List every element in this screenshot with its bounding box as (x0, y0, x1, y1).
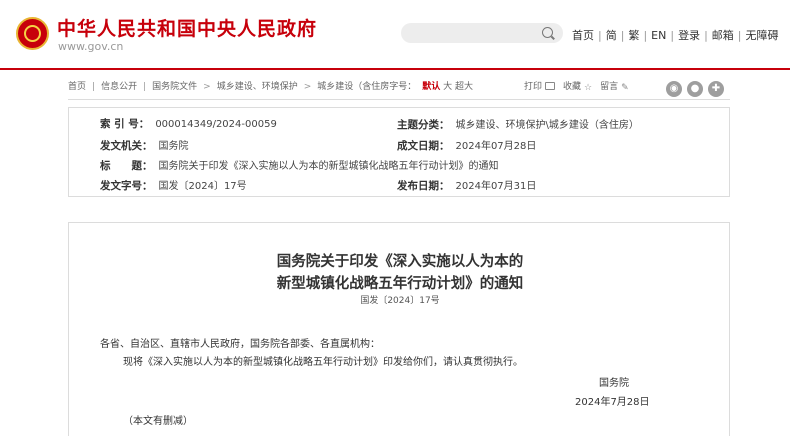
meta-value: 2024年07月31日 (455, 181, 537, 192)
breadcrumb-info-public[interactable]: 信息公开 (101, 82, 137, 92)
font-size-default[interactable]: 默认 (422, 82, 440, 92)
printer-icon[interactable] (545, 82, 556, 90)
font-size-large[interactable]: 大 (443, 82, 452, 92)
document-metadata: 索 引 号： 000014349/2024-00059 主题分类： 城乡建设、环境保… (68, 107, 730, 197)
share-buttons: ◉ ● ✚ (666, 76, 729, 97)
nav-link-english[interactable]: EN (651, 29, 666, 42)
divider: | (670, 29, 675, 42)
document-number: 国发〔2024〕17号 (360, 296, 440, 306)
nav-link-mailbox[interactable]: 邮箱 (712, 27, 734, 43)
meta-published-row: 发布日期： 2024年07月31日 (397, 177, 536, 193)
meta-label: 标 题： (100, 160, 153, 172)
meta-value: 国务院关于印发《深入实施以人为本的新型城镇化战略五年行动计划》的通知 (158, 161, 499, 172)
breadcrumb: 首页 | 信息公开 | 国务院文件 > 城乡建设、环境保护 > 城乡建设（含住房字号： 默认 大 … (68, 79, 473, 92)
meta-category-row: 主题分类： 城乡建设、环境保护\城乡建设（含住房） (397, 116, 639, 132)
nav-link-accessibility[interactable]: 无障碍 (746, 27, 779, 43)
meta-docno-row: 发文字号： 国发〔2024〕17号 (100, 177, 247, 193)
search-input[interactable] (401, 23, 563, 43)
document-note: （本文有删减） (123, 416, 193, 427)
site-header: 中华人民共和国中央人民政府 www.gov.cn 首页 | 简 | 繁 | EN | 登录 | 邮箱… (0, 0, 790, 68)
font-size-xlarge[interactable]: 超大 (455, 82, 473, 92)
divider: | (704, 29, 708, 42)
meta-label: 索 引 号： (100, 118, 150, 130)
meta-label: 主题分类： (397, 119, 450, 131)
nav-link-simplified[interactable]: 简 (606, 27, 617, 43)
breadcrumb-urban-env[interactable]: 城乡建设、环境保护 (217, 82, 298, 92)
print-button[interactable]: 打印 (524, 82, 542, 92)
meta-value: 2024年07月28日 (455, 141, 537, 152)
font-size-selector: 默认 大 超大 (422, 82, 473, 92)
star-icon[interactable]: ☆ (584, 83, 592, 93)
weibo-icon[interactable]: ◉ (666, 81, 682, 97)
divider: | (737, 29, 742, 42)
divider: | (643, 29, 648, 42)
site-title[interactable]: 中华人民共和国中央人民政府 (57, 14, 317, 41)
document-title: 国务院关于印发《深入实施以人为本的 新型城镇化战略五年行动计划》的通知 (69, 251, 731, 295)
national-emblem-logo[interactable] (16, 17, 49, 50)
document-recipients: 各省、自治区、直辖市人民政府，国务院各部委、各直属机构： (100, 339, 380, 350)
meta-label: 发文字号： (100, 180, 153, 192)
meta-value: 国务院 (158, 141, 189, 152)
meta-value: 国发〔2024〕17号 (158, 181, 247, 192)
breadcrumb-separator: | (143, 82, 147, 92)
breadcrumb-divider (68, 99, 730, 100)
document-signature: 国务院 (599, 378, 629, 389)
search-icon[interactable] (542, 27, 553, 38)
document-paragraph: 现将《深入实施以人为本的新型城镇化战略五年行动计划》印发给你们，请认真贯彻执行。 (123, 357, 523, 368)
emblem-ring (24, 25, 41, 42)
meta-label: 发文机关： (100, 140, 153, 152)
meta-issuer-row: 发文机关： 国务院 (100, 137, 189, 153)
favorite-button[interactable]: 收藏 (563, 82, 581, 92)
meta-label: 成文日期： (397, 140, 450, 152)
meta-written-row: 成文日期： 2024年07月28日 (397, 137, 536, 153)
nav-link-traditional[interactable]: 繁 (628, 27, 639, 43)
breadcrumb-separator: > (203, 82, 211, 92)
pen-icon[interactable]: ✎ (621, 83, 629, 93)
nav-link-login[interactable]: 登录 (678, 27, 700, 43)
divider: | (598, 29, 602, 42)
breadcrumb-separator: | (92, 82, 96, 92)
breadcrumb-state-council-docs[interactable]: 国务院文件 (152, 82, 197, 92)
more-share-icon[interactable]: ✚ (708, 81, 724, 97)
document-title-line: 国务院关于印发《深入实施以人为本的 (276, 253, 524, 270)
meta-value: 城乡建设、环境保护\城乡建设（含住房） (455, 120, 639, 131)
breadcrumb-home[interactable]: 首页 (68, 82, 86, 92)
divider: | (620, 29, 625, 42)
meta-index-row: 索 引 号： 000014349/2024-00059 (100, 116, 277, 131)
article-tools: 打印 收藏 ☆ 留言 ✎ (524, 79, 637, 93)
wechat-icon[interactable]: ● (687, 81, 703, 97)
nav-link-home[interactable]: 首页 (572, 27, 594, 43)
document-date: 2024年7月28日 (575, 397, 650, 408)
meta-label: 发布日期： (397, 180, 450, 192)
document-title-line: 新型城镇化战略五年行动计划》的通知 (276, 275, 524, 292)
document-body: 国务院关于印发《深入实施以人为本的 新型城镇化战略五年行动计划》的通知 国发〔2… (68, 222, 730, 436)
breadcrumb-separator: > (303, 82, 312, 92)
breadcrumb-urban-housing[interactable]: 城乡建设（含住房字号： (317, 82, 416, 92)
comment-button[interactable]: 留言 (600, 82, 618, 92)
site-url: www.gov.cn (58, 40, 124, 53)
top-nav-links: 首页 | 简 | 繁 | EN | 登录 | 邮箱 | 无障碍 (572, 27, 779, 43)
meta-value: 000014349/2024-00059 (155, 119, 277, 130)
meta-title-row: 标 题： 国务院关于印发《深入实施以人为本的新型城镇化战略五年行动计划》的通知 (100, 157, 499, 173)
